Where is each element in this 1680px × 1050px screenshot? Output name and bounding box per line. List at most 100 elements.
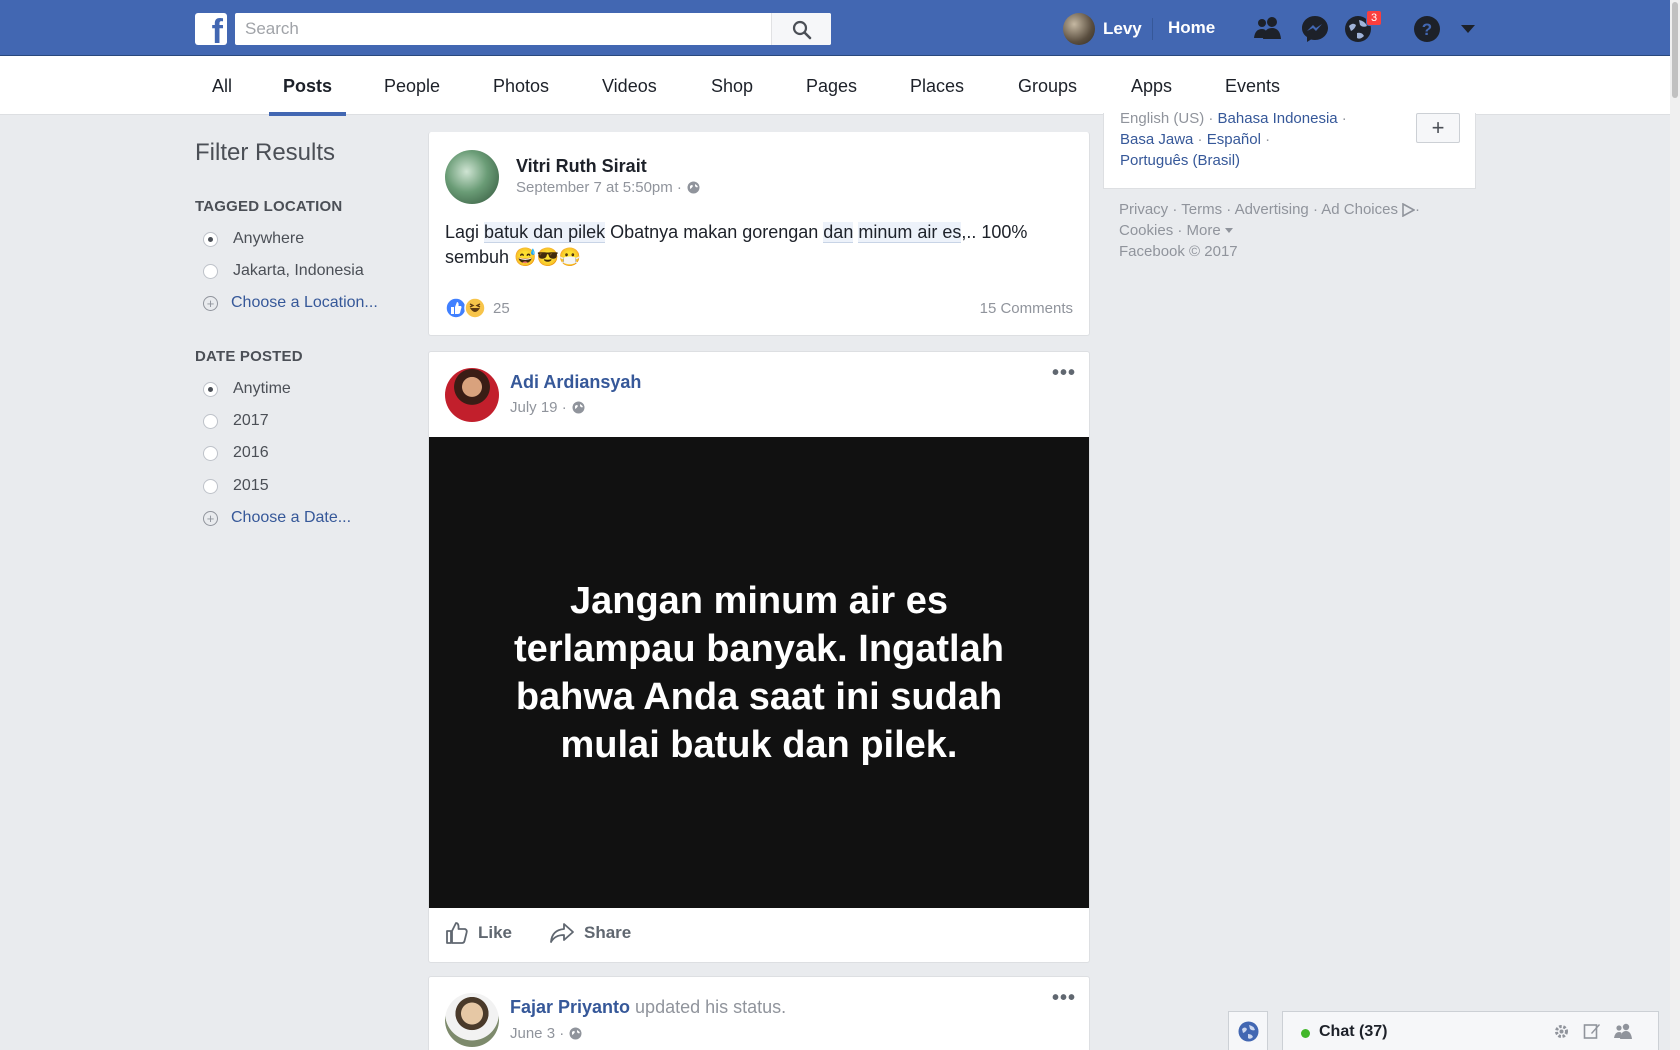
help-icon[interactable]: ? [1412,14,1442,44]
language-link[interactable]: Basa Jawa [1120,131,1193,148]
like-button[interactable]: Like [445,921,512,945]
footer-links-line[interactable]: Privacy · Terms · Advertising · Ad Choic… [1119,199,1398,220]
caret-down-icon [1224,228,1233,233]
post-timestamp[interactable]: July 19 · [510,399,567,416]
radio[interactable] [203,263,218,279]
radio[interactable] [203,413,218,429]
location-option-jakarta[interactable]: Jakarta, Indonesia [203,262,364,280]
avatar[interactable] [445,150,499,204]
search-button[interactable] [771,13,831,45]
emoji: 😅😎😷 [514,247,582,267]
filter-results-title: Filter Results [195,139,336,166]
profile-link[interactable]: Levy [1063,13,1142,45]
tagged-location-heading: TAGGED LOCATION [195,198,343,215]
link-label: Choose a Date... [231,509,352,526]
separator: · [1193,131,1207,148]
date-option-2016[interactable]: 2016 [203,444,269,462]
search-icon [792,20,812,40]
search-box [235,13,831,45]
footer-more-link[interactable]: Cookies · More [1119,220,1221,241]
comments-count-link[interactable]: 15 Comments [980,300,1073,317]
search-highlight: dan [823,222,854,243]
date-option-2015[interactable]: 2015 [203,477,269,495]
date-posted-heading: DATE POSTED [195,348,303,365]
facebook-logo[interactable]: f [195,13,227,49]
radio[interactable] [203,445,218,461]
tab-pages[interactable]: Pages [806,76,857,97]
language-link[interactable]: Bahasa Indonesia [1218,110,1338,127]
like-label: Like [478,923,513,942]
post-author[interactable]: Adi Ardiansyah [510,372,641,393]
text-fragment: Lagi [445,222,485,242]
post-author[interactable]: Fajar Priyanto [510,997,630,1017]
separator: · [1260,131,1271,148]
post-text: Lagi batuk dan pilek Obatnya makan goren… [445,220,1075,270]
home-link[interactable]: Home [1168,18,1215,38]
language-current: English (US) · [1120,110,1218,127]
tab-posts[interactable]: Posts [283,76,332,97]
plus-circle-icon: + [203,510,218,526]
logo-letter: f [211,13,223,51]
radio[interactable] [203,478,218,494]
more-options-icon[interactable]: ••• [1052,362,1076,385]
compose-icon[interactable] [1583,1022,1601,1040]
language-link[interactable]: Español [1207,131,1261,148]
group-icon[interactable] [1613,1022,1633,1040]
location-option-anywhere[interactable]: Anywhere [203,230,304,248]
tab-videos[interactable]: Videos [602,76,657,97]
radio-selected[interactable] [203,381,218,397]
share-label: Share [584,923,632,942]
svg-text:?: ? [1422,20,1432,39]
avatar[interactable] [445,993,499,1047]
radio-selected[interactable] [203,231,218,247]
search-input[interactable] [235,13,770,45]
copyright: Facebook © 2017 [1119,243,1238,260]
post-timestamp[interactable]: June 3 · [510,1025,564,1042]
tab-places[interactable]: Places [910,76,964,97]
scrollbar-thumb[interactable] [1672,2,1678,98]
more-options-icon[interactable]: ••• [1052,987,1076,1010]
globe-icon [1238,1021,1259,1042]
post-timestamp[interactable]: September 7 at 5:50pm · [516,179,682,196]
chat-globe-button[interactable] [1228,1011,1268,1050]
avatar [1063,13,1095,45]
top-navigation-bar: f Levy Home 3 ? [0,0,1670,56]
tab-photos[interactable]: Photos [493,76,549,97]
tab-shop[interactable]: Shop [711,76,753,97]
post-image[interactable]: Jangan minum air es terlampau banyak. In… [429,437,1089,908]
option-label: 2016 [233,444,269,461]
chat-bar[interactable]: Chat (37) [1282,1011,1659,1050]
language-link[interactable]: Português (Brasil) [1120,152,1240,169]
language-card: English (US) · Bahasa Indonesia · Basa J… [1103,110,1476,189]
tab-all[interactable]: All [212,76,232,97]
post-card: Fajar Priyanto updated his status. June … [428,976,1090,1050]
choose-location-link[interactable]: + Choose a Location... [203,294,378,312]
post-card: Adi Ardiansyah July 19 · ••• Jangan minu… [428,351,1090,963]
tab-groups[interactable]: Groups [1018,76,1077,97]
ad-choices-icon[interactable] [1401,202,1415,217]
date-option-2017[interactable]: 2017 [203,412,269,430]
tab-apps[interactable]: Apps [1131,76,1172,97]
add-language-button[interactable]: + [1416,113,1460,143]
share-button[interactable]: Share [549,921,631,945]
reactions[interactable]: 25 [445,297,510,319]
page-scrollbar[interactable] [1670,0,1680,1050]
post-meta: July 19 · [510,399,585,416]
tab-events[interactable]: Events [1225,76,1280,97]
post-action-text: updated his status. [630,997,787,1017]
link-label: Choose a Location... [231,294,378,311]
caret-down-icon[interactable] [1460,24,1476,34]
share-icon [550,923,574,943]
avatar[interactable] [445,368,499,422]
gear-icon[interactable] [1553,1023,1570,1040]
tab-people[interactable]: People [384,76,440,97]
post-author[interactable]: Vitri Ruth Sirait [516,156,647,177]
friends-icon[interactable] [1252,14,1284,42]
post-card: Vitri Ruth Sirait September 7 at 5:50pm … [428,132,1090,336]
separator: · [1414,201,1420,218]
haha-reaction-icon [464,297,486,319]
date-option-anytime[interactable]: Anytime [203,380,291,398]
messenger-icon[interactable] [1300,14,1330,44]
globe-icon [569,1027,582,1040]
choose-date-link[interactable]: + Choose a Date... [203,509,351,527]
